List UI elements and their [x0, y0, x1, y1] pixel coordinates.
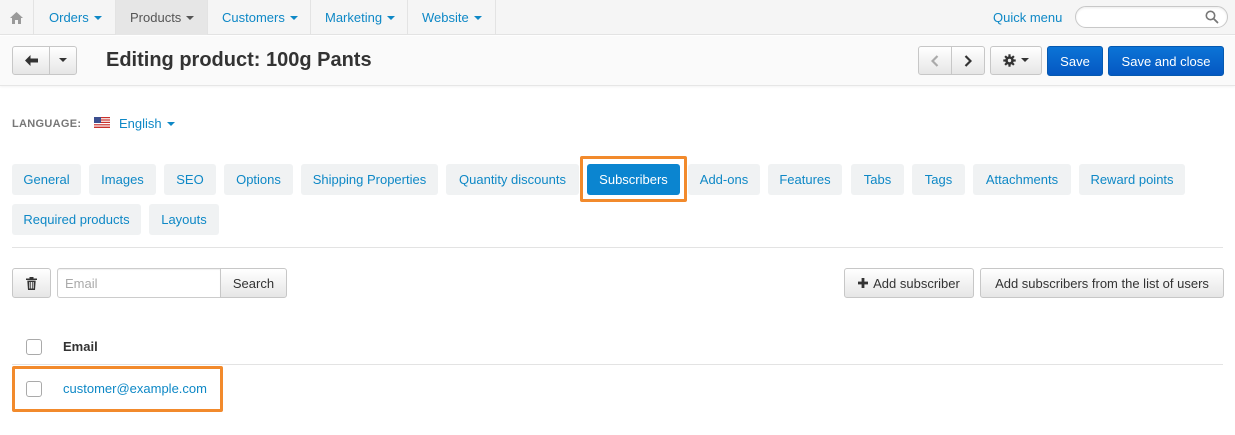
- chevron-right-icon: [964, 54, 972, 67]
- next-product-button[interactable]: [951, 46, 985, 75]
- tab-general[interactable]: General: [12, 164, 81, 195]
- search-icon[interactable]: [1205, 10, 1219, 24]
- home-icon: [10, 11, 23, 24]
- chevron-down-icon: [289, 15, 298, 20]
- tab-features[interactable]: Features: [768, 164, 842, 195]
- chevron-down-icon: [93, 15, 102, 20]
- tab-required-products[interactable]: Required products: [12, 204, 141, 235]
- tab-subscribers[interactable]: Subscribers: [587, 164, 680, 195]
- subscriber-email-link[interactable]: customer@example.com: [63, 381, 207, 396]
- add-subscribers-from-users-button[interactable]: Add subscribers from the list of users: [980, 268, 1224, 298]
- back-dropdown-button[interactable]: [49, 46, 77, 75]
- chevron-down-icon: [59, 57, 67, 62]
- nav-customers-label: Customers: [222, 10, 285, 25]
- save-and-close-button[interactable]: Save and close: [1108, 46, 1224, 76]
- chevron-down-icon: [1021, 57, 1029, 62]
- gear-icon: [1003, 54, 1016, 67]
- chevron-down-icon: [166, 121, 175, 126]
- tab-attachments[interactable]: Attachments: [973, 164, 1071, 195]
- quick-search-input[interactable]: [1075, 6, 1228, 28]
- save-button[interactable]: Save: [1047, 46, 1103, 76]
- row-checkbox[interactable]: [26, 381, 42, 397]
- tab-seo[interactable]: SEO: [164, 164, 216, 195]
- email-search-input[interactable]: [57, 268, 221, 298]
- nav-customers[interactable]: Customers: [208, 0, 311, 35]
- settings-dropdown-button[interactable]: [990, 46, 1042, 75]
- search-button[interactable]: Search: [220, 268, 287, 298]
- tab-quantity-discounts[interactable]: Quantity discounts: [446, 164, 579, 195]
- back-button[interactable]: [12, 46, 50, 75]
- nav-products[interactable]: Products: [116, 0, 208, 35]
- chevron-left-icon: [931, 54, 939, 67]
- tab-tags[interactable]: Tags: [912, 164, 965, 195]
- chevron-down-icon: [387, 15, 396, 20]
- tab-options[interactable]: Options: [224, 164, 293, 195]
- table-header-divider: [12, 364, 1223, 365]
- language-label: LANGUAGE:: [12, 118, 82, 130]
- nav-orders-label: Orders: [49, 10, 89, 25]
- chevron-down-icon: [473, 15, 482, 20]
- language-value: English: [119, 116, 162, 131]
- add-subscriber-label: Add subscriber: [873, 275, 960, 291]
- nav-marketing-label: Marketing: [325, 10, 383, 25]
- nav-website[interactable]: Website: [408, 0, 496, 35]
- arrow-left-icon: [24, 55, 38, 66]
- delete-button[interactable]: [12, 268, 51, 298]
- quick-menu-link[interactable]: Quick menu: [993, 0, 1062, 35]
- nav-marketing[interactable]: Marketing: [311, 0, 408, 35]
- add-subscriber-button[interactable]: Add subscriber: [844, 268, 974, 298]
- page-title: Editing product: 100g Pants: [106, 49, 372, 71]
- nav-orders[interactable]: Orders: [35, 0, 116, 35]
- home-button[interactable]: [0, 0, 34, 35]
- nav-products-label: Products: [130, 10, 182, 25]
- tab-tabs[interactable]: Tabs: [851, 164, 904, 195]
- trash-icon: [26, 276, 37, 290]
- select-all-checkbox[interactable]: [26, 339, 42, 355]
- tab-images[interactable]: Images: [89, 164, 156, 195]
- tab-shipping-properties[interactable]: Shipping Properties: [301, 164, 438, 195]
- email-column-header: Email: [63, 339, 98, 354]
- chevron-down-icon: [186, 15, 195, 20]
- top-navigation: Orders Products Customers Marketing Webs…: [0, 0, 1235, 35]
- tab-add-ons[interactable]: Add-ons: [688, 164, 760, 195]
- language-selector[interactable]: English: [119, 116, 175, 131]
- plus-icon: [858, 278, 869, 288]
- tab-reward-points[interactable]: Reward points: [1079, 164, 1185, 195]
- nav-website-label: Website: [422, 10, 469, 25]
- tab-layouts[interactable]: Layouts: [149, 204, 219, 235]
- previous-product-button[interactable]: [918, 46, 952, 75]
- section-divider: [12, 247, 1223, 248]
- us-flag-icon: [94, 117, 110, 128]
